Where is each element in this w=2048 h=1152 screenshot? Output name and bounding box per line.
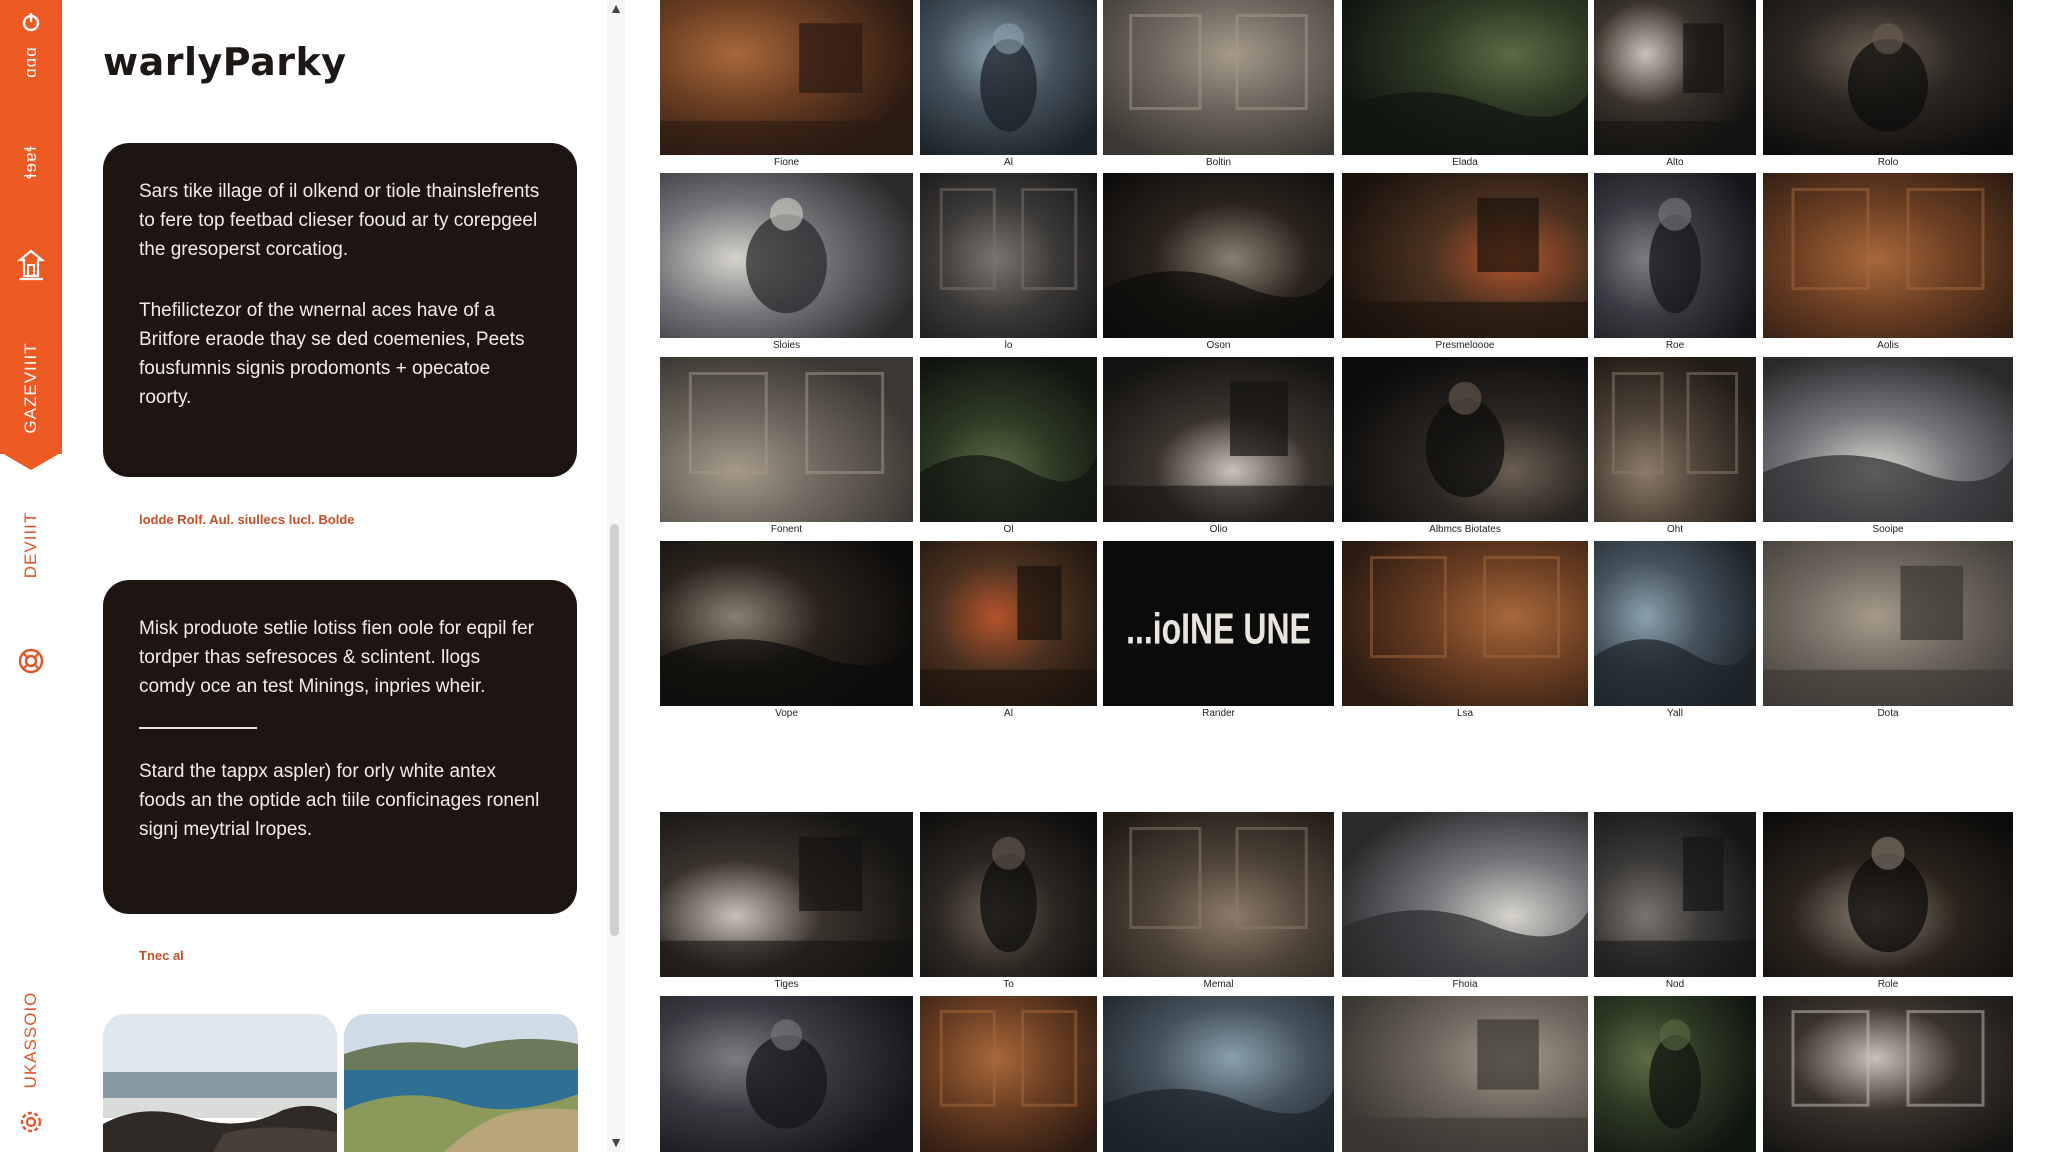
photo-caption: Tiges	[774, 979, 799, 990]
gallery-photo[interactable]	[1763, 541, 2013, 706]
photo-gallery: Fione Al Boltin Elada Alto Rolo Sloies lo Oson Pr…	[625, 0, 2048, 1152]
photo-caption: Rander	[1202, 708, 1235, 719]
photo-caption: lo	[1004, 340, 1013, 351]
rail-item-4[interactable]: DEVIIIT	[21, 512, 41, 579]
card2-caption[interactable]: Tnec al	[139, 948, 184, 963]
photo-caption: Albmcs Biotates	[1429, 524, 1501, 535]
photo-caption: Lsa	[1456, 708, 1474, 719]
brand-logo[interactable]: warlyParky	[103, 40, 347, 84]
photo-caption: Presmeloooe	[1435, 340, 1495, 351]
gallery-photo[interactable]	[920, 0, 1097, 155]
card1-caption[interactable]: lodde Rolf. Aul. siullecs lucl. Bolde	[139, 512, 355, 527]
photo-caption: Rolo	[1877, 157, 1899, 168]
gallery-photo[interactable]	[1594, 0, 1756, 155]
gallery-photo[interactable]	[1342, 0, 1588, 155]
photo-caption: Fione	[773, 157, 800, 168]
photo-caption: Aolis	[1877, 340, 1899, 351]
photo-caption: Ol	[1003, 524, 1014, 535]
photo-caption: Yall	[1667, 708, 1683, 719]
gallery-photo[interactable]	[1763, 996, 2013, 1152]
lifebuoy-icon[interactable]	[17, 647, 45, 675]
card2-divider	[139, 727, 257, 729]
photo-caption: Vope	[775, 708, 798, 719]
gallery-photo[interactable]	[1342, 812, 1588, 977]
rail-accent-band: ɑɑɑ ɬɘɐɬ GAZEVIIIT	[0, 0, 62, 452]
gallery-photo[interactable]	[660, 812, 913, 977]
gallery-photo[interactable]	[660, 173, 913, 338]
beach-thumbnail[interactable]	[103, 1014, 337, 1152]
photo-caption: Oson	[1206, 340, 1231, 351]
rail-item-1[interactable]: ɑɑɑ	[21, 46, 41, 77]
rail-item-3[interactable]: GAZEVIIIT	[21, 342, 41, 433]
gallery-photo[interactable]	[660, 541, 913, 706]
gallery-photo[interactable]	[920, 541, 1097, 706]
photo-caption: Al	[1004, 157, 1013, 168]
gallery-photo[interactable]	[920, 173, 1097, 338]
gallery-photo[interactable]	[1763, 173, 2013, 338]
rail-item-5[interactable]: UKASSOIO	[21, 992, 41, 1089]
coast-thumbnail[interactable]	[344, 1014, 578, 1152]
gallery-photo[interactable]	[660, 0, 913, 155]
photo-caption: To	[1003, 979, 1014, 990]
info-card-1: Sars tike illage of il olkend or tiole t…	[103, 143, 577, 477]
info-card-2: Misk produote setlie lotiss fien oole fo…	[103, 580, 577, 914]
photo-caption: Sloies	[772, 340, 801, 351]
gallery-photo[interactable]	[1342, 996, 1588, 1152]
svg-text:...ioINE UNE: ...ioINE UNE	[1126, 604, 1311, 653]
gallery-photo[interactable]	[1103, 357, 1334, 522]
photo-caption: Dota	[1877, 708, 1899, 719]
gallery-photo[interactable]	[920, 996, 1097, 1152]
gallery-photo[interactable]	[1103, 996, 1334, 1152]
temple-icon[interactable]	[16, 248, 46, 282]
gallery-photo[interactable]	[1342, 541, 1588, 706]
photo-caption: Fonent	[770, 524, 803, 535]
gallery-photo[interactable]	[1763, 812, 2013, 977]
card1-paragraph-1: Sars tike illage of il olkend or tiole t…	[139, 181, 540, 260]
card2-paragraph-1: Misk produote setlie lotiss fien oole fo…	[139, 618, 534, 697]
rail-band-tip	[0, 452, 62, 470]
gallery-photo[interactable]	[660, 357, 913, 522]
scroll-down-arrow[interactable]: ▼	[609, 1134, 623, 1150]
gallery-photo[interactable]	[1103, 812, 1334, 977]
photo-caption: Olio	[1209, 524, 1228, 535]
gallery-photo[interactable]	[1103, 173, 1334, 338]
side-rail: ɑɑɑ ɬɘɐɬ GAZEVIIIT DEVIIIT UKASSOIO	[0, 0, 62, 1152]
gallery-poster[interactable]: ...ioINE UNE	[1103, 541, 1334, 706]
photo-caption: Roe	[1665, 340, 1685, 351]
gallery-photo[interactable]	[1594, 173, 1756, 338]
rail-item-2[interactable]: ɬɘɐɬ	[21, 145, 41, 178]
card2-paragraph-2: Stard the tappx aspler) for orly white a…	[139, 761, 540, 840]
photo-caption: Elada	[1452, 157, 1478, 168]
photo-caption: Alto	[1666, 157, 1684, 168]
gallery-photo[interactable]	[1342, 357, 1588, 522]
gallery-photo[interactable]	[1594, 357, 1756, 522]
gallery-photo[interactable]	[920, 357, 1097, 522]
gallery-photo[interactable]	[1763, 357, 2013, 522]
card1-paragraph-2: Thefilictezor of the wnernal aces have o…	[139, 300, 525, 408]
sidebar-panel: warlyParky Sars tike illage of il olkend…	[62, 0, 607, 1152]
power-icon[interactable]	[20, 11, 42, 33]
photo-caption: Fhoia	[1452, 979, 1478, 990]
photo-caption: Role	[1877, 979, 1899, 990]
scrollbar-thumb[interactable]	[610, 524, 619, 936]
gallery-photo[interactable]	[920, 812, 1097, 977]
gallery-photo[interactable]	[660, 996, 913, 1152]
photo-caption: Oht	[1666, 524, 1684, 535]
photo-caption: Nod	[1665, 979, 1685, 990]
gear-icon[interactable]	[18, 1109, 44, 1135]
photo-caption: Boltin	[1205, 157, 1232, 168]
gallery-photo[interactable]	[1594, 541, 1756, 706]
scroll-up-arrow[interactable]: ▲	[609, 0, 623, 16]
gallery-photo[interactable]	[1763, 0, 2013, 155]
photo-caption: Sooipe	[1872, 524, 1904, 535]
photo-caption: Memal	[1203, 979, 1234, 990]
photo-caption: Al	[1004, 708, 1013, 719]
gallery-photo[interactable]	[1594, 996, 1756, 1152]
gallery-photo[interactable]	[1342, 173, 1588, 338]
gallery-photo[interactable]	[1103, 0, 1334, 155]
gallery-photo[interactable]	[1594, 812, 1756, 977]
